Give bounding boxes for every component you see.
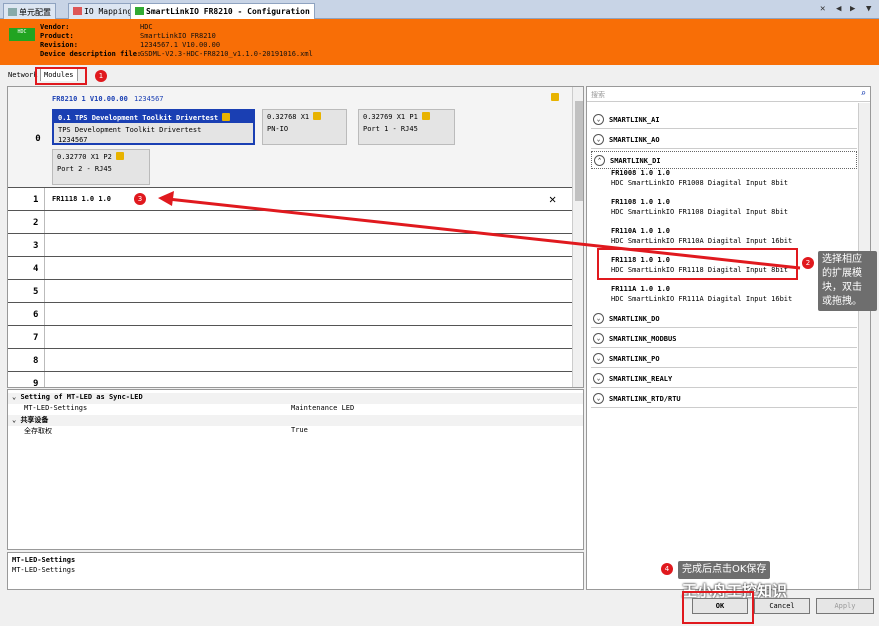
callout-ok: 完成后点击OK保存 bbox=[678, 561, 771, 579]
drag-arrow bbox=[158, 191, 801, 270]
annotation-badge-4: 4 bbox=[661, 563, 673, 575]
cancel-button[interactable]: Cancel bbox=[754, 598, 810, 614]
highlight-ok-button bbox=[682, 591, 754, 624]
apply-button[interactable]: Apply bbox=[816, 598, 874, 614]
